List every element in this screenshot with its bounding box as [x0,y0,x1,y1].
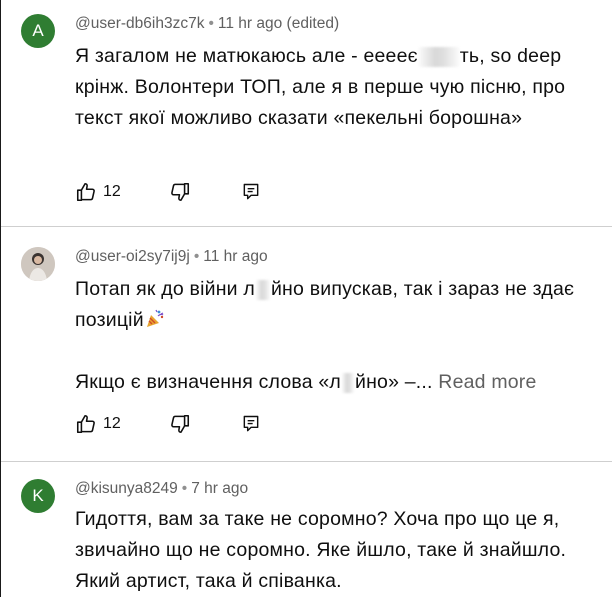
party-popper-emoji-icon [144,307,166,329]
comment-meta: @user-oi2sy7ij9j • 11 hr ago [75,248,268,266]
comment-time[interactable]: 11 hr ago [203,248,267,265]
comment-time[interactable]: 7 hr ago [191,480,248,497]
like-count: 12 [103,183,121,200]
avatar[interactable]: A [21,14,55,48]
comment-text: Я загалом не матюкаюсь але - ееееє ть, so… [75,41,595,134]
dislike-button[interactable] [169,413,191,435]
comment-meta: @user-db6ih3zc7k • 11 hr ago (edited) [75,15,339,33]
comment-actions: 12 [75,411,261,437]
comment-text-part: йно» –... [354,371,433,393]
meta-separator: • [181,480,188,497]
comment-text-part: Я загалом не матюкаюсь але - ееееє [75,45,418,67]
thumbs-up-icon [75,413,97,435]
comment-text-part: Якщо є визначення слова «л [75,371,341,393]
avatar[interactable] [21,247,55,281]
comment-text: Гидоття, вам за таке не соромно? Хоча пр… [75,504,595,597]
reply-button[interactable] [241,414,261,434]
profile-photo-icon [21,247,55,281]
like-button[interactable]: 12 [75,413,121,435]
comment-text: Потап як до війни л йно випускав, так і з… [75,274,595,398]
comment-time[interactable]: 11 hr ago (edited) [218,15,339,32]
dislike-button[interactable] [169,181,191,203]
redacted-blur [255,279,270,300]
read-more-link[interactable]: Read more [438,371,536,393]
reply-button[interactable] [241,182,261,202]
comment-text-part: Потап як до війни л [75,278,255,300]
thumbs-down-icon [169,181,191,203]
reply-icon [241,414,261,434]
like-count: 12 [103,415,121,432]
reply-icon [241,182,261,202]
redacted-blur [418,46,459,67]
comments-panel: A @user-db6ih3zc7k • 11 hr ago (edited) Я … [0,0,612,597]
comment-divider [1,461,612,462]
thumbs-down-icon [169,413,191,435]
redacted-blur [341,372,354,393]
meta-separator: • [208,15,214,32]
author-handle[interactable]: @user-oi2sy7ij9j [75,248,190,265]
thumbs-up-icon [75,181,97,203]
like-button[interactable]: 12 [75,181,121,203]
meta-separator: • [193,248,200,265]
author-handle[interactable]: @user-db6ih3zc7k [75,15,204,32]
comment-divider [1,226,612,227]
comment-meta: @kisunya8249 • 7 hr ago [75,480,248,498]
author-handle[interactable]: @kisunya8249 [75,480,178,497]
avatar[interactable]: K [21,479,55,513]
comment-actions: 12 [75,179,261,205]
comment-text-part: Гидоття, вам за таке не соромно? Хоча пр… [75,508,567,592]
